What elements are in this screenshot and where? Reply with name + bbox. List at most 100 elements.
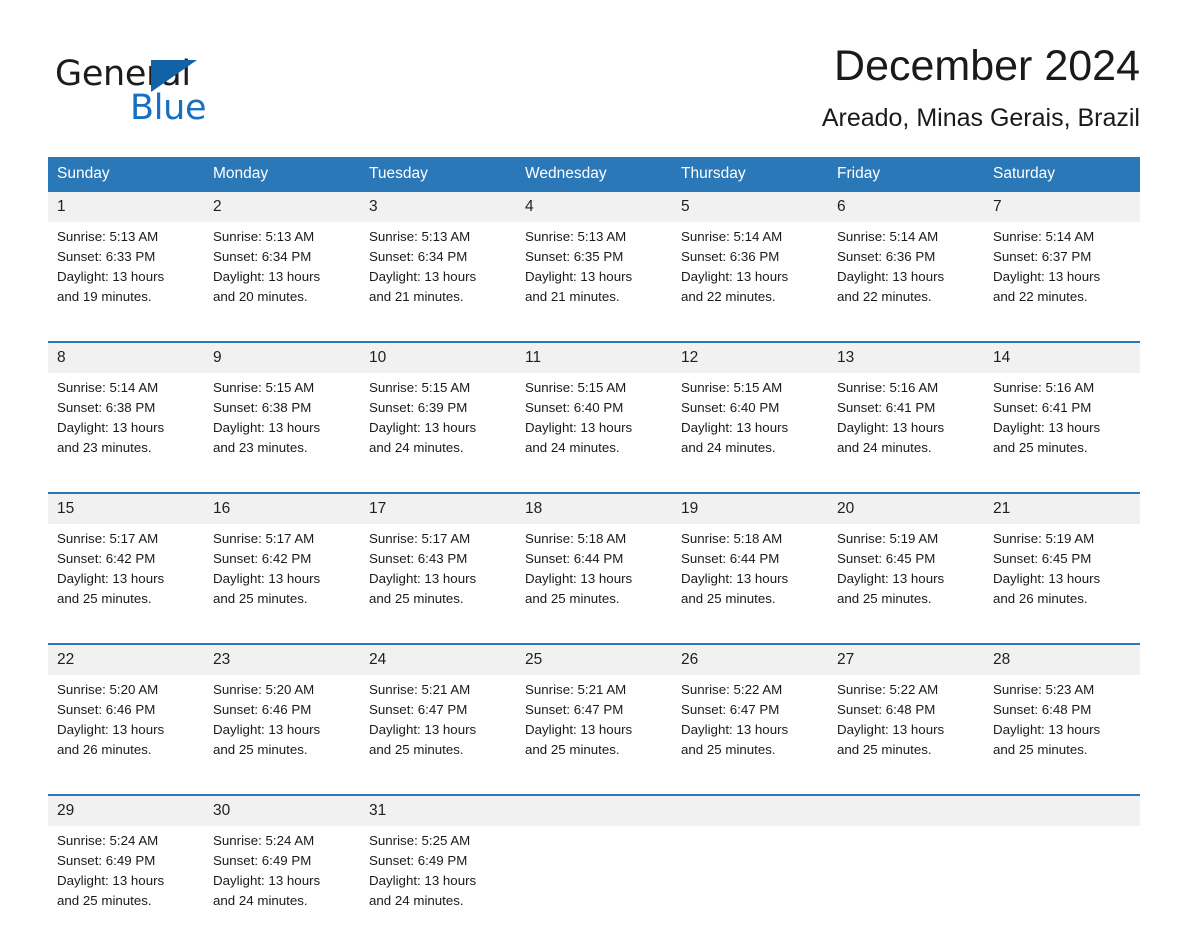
day-cell[interactable]: Sunrise: 5:18 AM Sunset: 6:44 PM Dayligh… <box>672 524 828 623</box>
sunset-text: Sunset: 6:41 PM <box>837 400 936 415</box>
day-cell[interactable]: Sunrise: 5:14 AM Sunset: 6:37 PM Dayligh… <box>984 222 1140 321</box>
daylight-text-line2: and 25 minutes. <box>525 591 620 606</box>
day-cell[interactable]: Sunrise: 5:19 AM Sunset: 6:45 PM Dayligh… <box>984 524 1140 623</box>
daylight-text-line1: Daylight: 13 hours <box>57 420 165 435</box>
daylight-text-line1: Daylight: 13 hours <box>837 722 945 737</box>
sunrise-text: Sunrise: 5:17 AM <box>213 531 315 546</box>
sunset-text: Sunset: 6:46 PM <box>57 702 156 717</box>
week-4-number-row: 22 23 24 25 26 27 28 <box>48 644 1140 675</box>
day-number[interactable]: 23 <box>204 644 360 675</box>
sunrise-text: Sunrise: 5:14 AM <box>681 229 783 244</box>
day-number[interactable]: 21 <box>984 493 1140 524</box>
day-number[interactable]: 19 <box>672 493 828 524</box>
day-number[interactable]: 6 <box>828 192 984 222</box>
day-cell[interactable]: Sunrise: 5:14 AM Sunset: 6:38 PM Dayligh… <box>48 373 204 472</box>
day-cell[interactable]: Sunrise: 5:24 AM Sunset: 6:49 PM Dayligh… <box>48 826 204 925</box>
day-cell[interactable]: Sunrise: 5:16 AM Sunset: 6:41 PM Dayligh… <box>984 373 1140 472</box>
day-cell[interactable]: Sunrise: 5:15 AM Sunset: 6:40 PM Dayligh… <box>516 373 672 472</box>
daylight-text-line1: Daylight: 13 hours <box>369 873 477 888</box>
daylight-text-line1: Daylight: 13 hours <box>525 269 633 284</box>
sunset-text: Sunset: 6:45 PM <box>993 551 1092 566</box>
day-number[interactable]: 30 <box>204 795 360 826</box>
daylight-text-line2: and 24 minutes. <box>369 440 464 455</box>
day-cell[interactable]: Sunrise: 5:25 AM Sunset: 6:49 PM Dayligh… <box>360 826 516 925</box>
day-number[interactable]: 25 <box>516 644 672 675</box>
day-cell[interactable]: Sunrise: 5:20 AM Sunset: 6:46 PM Dayligh… <box>204 675 360 774</box>
week-2-detail-row: Sunrise: 5:14 AM Sunset: 6:38 PM Dayligh… <box>48 373 1140 472</box>
daylight-text-line2: and 24 minutes. <box>525 440 620 455</box>
day-number[interactable]: 4 <box>516 192 672 222</box>
day-number[interactable]: 20 <box>828 493 984 524</box>
sunrise-text: Sunrise: 5:18 AM <box>525 531 627 546</box>
sunrise-text: Sunrise: 5:21 AM <box>369 682 471 697</box>
day-cell[interactable]: Sunrise: 5:22 AM Sunset: 6:47 PM Dayligh… <box>672 675 828 774</box>
page-header: General Blue December 2024 Areado, Minas… <box>48 40 1140 148</box>
sunset-text: Sunset: 6:34 PM <box>369 249 468 264</box>
day-cell[interactable]: Sunrise: 5:15 AM Sunset: 6:40 PM Dayligh… <box>672 373 828 472</box>
day-cell[interactable]: Sunrise: 5:21 AM Sunset: 6:47 PM Dayligh… <box>516 675 672 774</box>
day-number[interactable]: 15 <box>48 493 204 524</box>
day-cell[interactable]: Sunrise: 5:16 AM Sunset: 6:41 PM Dayligh… <box>828 373 984 472</box>
week-5-detail-row: Sunrise: 5:24 AM Sunset: 6:49 PM Dayligh… <box>48 826 1140 925</box>
daylight-text-line1: Daylight: 13 hours <box>57 722 165 737</box>
day-cell[interactable]: Sunrise: 5:23 AM Sunset: 6:48 PM Dayligh… <box>984 675 1140 774</box>
day-number[interactable]: 17 <box>360 493 516 524</box>
day-cell[interactable]: Sunrise: 5:13 AM Sunset: 6:34 PM Dayligh… <box>204 222 360 321</box>
day-cell[interactable]: Sunrise: 5:20 AM Sunset: 6:46 PM Dayligh… <box>48 675 204 774</box>
weekday-header-monday: Monday <box>204 157 360 192</box>
day-number[interactable]: 12 <box>672 342 828 373</box>
day-cell[interactable]: Sunrise: 5:17 AM Sunset: 6:43 PM Dayligh… <box>360 524 516 623</box>
day-number[interactable]: 18 <box>516 493 672 524</box>
day-cell[interactable]: Sunrise: 5:24 AM Sunset: 6:49 PM Dayligh… <box>204 826 360 925</box>
daylight-text-line2: and 25 minutes. <box>369 591 464 606</box>
day-cell[interactable]: Sunrise: 5:15 AM Sunset: 6:39 PM Dayligh… <box>360 373 516 472</box>
day-number[interactable]: 9 <box>204 342 360 373</box>
day-cell[interactable]: Sunrise: 5:22 AM Sunset: 6:48 PM Dayligh… <box>828 675 984 774</box>
sunset-text: Sunset: 6:39 PM <box>369 400 468 415</box>
day-cell[interactable]: Sunrise: 5:15 AM Sunset: 6:38 PM Dayligh… <box>204 373 360 472</box>
day-number[interactable]: 11 <box>516 342 672 373</box>
week-separator <box>48 321 1140 343</box>
day-number[interactable]: 24 <box>360 644 516 675</box>
day-number[interactable]: 8 <box>48 342 204 373</box>
day-cell[interactable]: Sunrise: 5:17 AM Sunset: 6:42 PM Dayligh… <box>48 524 204 623</box>
sunrise-sunset-calendar: Sunday Monday Tuesday Wednesday Thursday… <box>48 157 1140 925</box>
sunset-text: Sunset: 6:46 PM <box>213 702 312 717</box>
day-number[interactable]: 27 <box>828 644 984 675</box>
sunset-text: Sunset: 6:35 PM <box>525 249 624 264</box>
sunset-text: Sunset: 6:48 PM <box>993 702 1092 717</box>
day-number[interactable]: 14 <box>984 342 1140 373</box>
day-number[interactable]: 28 <box>984 644 1140 675</box>
day-number[interactable]: 5 <box>672 192 828 222</box>
sunrise-text: Sunrise: 5:24 AM <box>213 833 315 848</box>
page-title: December 2024 <box>834 42 1140 90</box>
day-number[interactable]: 3 <box>360 192 516 222</box>
day-cell[interactable]: Sunrise: 5:17 AM Sunset: 6:42 PM Dayligh… <box>204 524 360 623</box>
day-number[interactable]: 2 <box>204 192 360 222</box>
day-number[interactable]: 13 <box>828 342 984 373</box>
day-number[interactable]: 16 <box>204 493 360 524</box>
day-cell[interactable]: Sunrise: 5:19 AM Sunset: 6:45 PM Dayligh… <box>828 524 984 623</box>
week-3-number-row: 15 16 17 18 19 20 21 <box>48 493 1140 524</box>
day-cell[interactable]: Sunrise: 5:13 AM Sunset: 6:34 PM Dayligh… <box>360 222 516 321</box>
day-number[interactable]: 29 <box>48 795 204 826</box>
day-number[interactable]: 7 <box>984 192 1140 222</box>
day-number[interactable]: 1 <box>48 192 204 222</box>
day-number[interactable]: 22 <box>48 644 204 675</box>
calendar-body: 1 2 3 4 5 6 7 Sunrise: 5:13 AM Sunset: 6… <box>48 192 1140 925</box>
day-cell[interactable]: Sunrise: 5:14 AM Sunset: 6:36 PM Dayligh… <box>828 222 984 321</box>
day-number-empty <box>672 795 828 826</box>
daylight-text-line2: and 25 minutes. <box>993 742 1088 757</box>
day-number[interactable]: 10 <box>360 342 516 373</box>
daylight-text-line2: and 26 minutes. <box>57 742 152 757</box>
day-cell[interactable]: Sunrise: 5:13 AM Sunset: 6:33 PM Dayligh… <box>48 222 204 321</box>
day-number[interactable]: 31 <box>360 795 516 826</box>
day-cell[interactable]: Sunrise: 5:14 AM Sunset: 6:36 PM Dayligh… <box>672 222 828 321</box>
daylight-text-line2: and 26 minutes. <box>993 591 1088 606</box>
sunset-text: Sunset: 6:40 PM <box>681 400 780 415</box>
day-cell[interactable]: Sunrise: 5:18 AM Sunset: 6:44 PM Dayligh… <box>516 524 672 623</box>
day-cell[interactable]: Sunrise: 5:21 AM Sunset: 6:47 PM Dayligh… <box>360 675 516 774</box>
day-cell[interactable]: Sunrise: 5:13 AM Sunset: 6:35 PM Dayligh… <box>516 222 672 321</box>
sunset-text: Sunset: 6:38 PM <box>57 400 156 415</box>
day-number[interactable]: 26 <box>672 644 828 675</box>
